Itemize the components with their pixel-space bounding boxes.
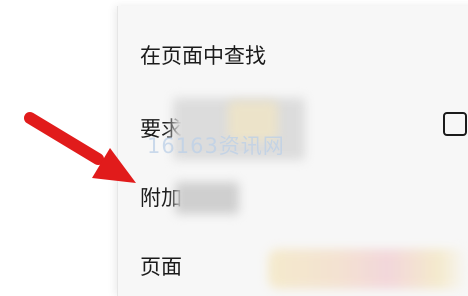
browser-menu-panel: 在页面中查找 要求 附加 页面 (117, 6, 468, 296)
menu-item-label: 在页面中查找 (140, 44, 266, 68)
desktop-site-checkbox[interactable] (443, 112, 467, 136)
menu-item-request-desktop-site[interactable]: 要求 (140, 108, 182, 148)
blurred-region (173, 98, 305, 160)
menu-item-find-in-page[interactable]: 在页面中查找 (140, 35, 266, 75)
menu-item-label: 要求 (140, 117, 182, 141)
menu-item-page[interactable]: 页面 (140, 246, 182, 286)
menu-item-label: 附加 (140, 186, 182, 210)
blurred-region (228, 101, 278, 141)
menu-item-label: 页面 (140, 255, 182, 279)
blurred-region (175, 182, 239, 214)
blurred-region (268, 249, 468, 289)
menu-item-add-to[interactable]: 附加 (140, 177, 182, 217)
